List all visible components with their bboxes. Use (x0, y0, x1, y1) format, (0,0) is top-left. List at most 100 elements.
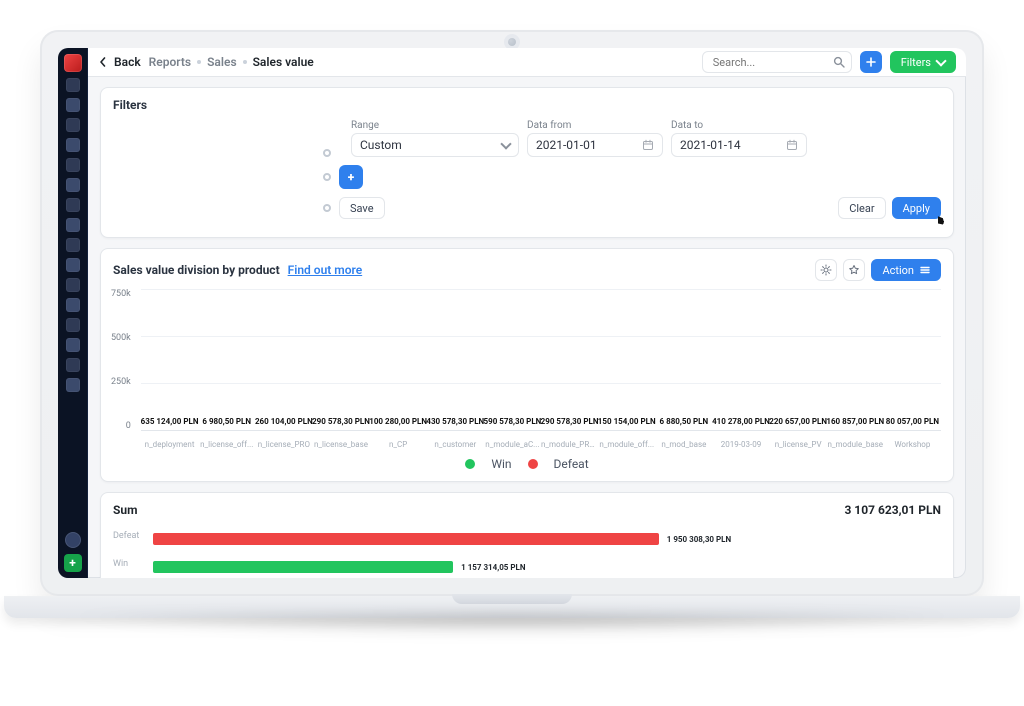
action-button[interactable]: Action (871, 259, 941, 281)
laptop-shadow (60, 614, 964, 636)
chevron-down-icon (935, 55, 946, 66)
content: Filters Range Custom (88, 77, 966, 578)
chart-title: Sales value division by product (113, 263, 280, 277)
nav-icon-products[interactable] (66, 238, 80, 252)
add-filter-row: + (113, 165, 941, 189)
legend-win: Win (491, 457, 511, 471)
chart-bars: 635 124,00 PLN6 980,50 PLN260 104,00 PLN… (141, 289, 941, 431)
back-button[interactable]: Back (98, 55, 141, 69)
date-from-input[interactable]: 2021-01-01 (527, 133, 663, 157)
apply-label: Apply (903, 202, 930, 215)
search-input-wrapper[interactable] (702, 51, 852, 73)
range-field: Range Custom (351, 120, 519, 157)
nav-icon-deals[interactable] (66, 118, 80, 132)
action-label: Action (882, 264, 914, 277)
nav-icon-tasks[interactable] (66, 198, 80, 212)
nav-icon-stats[interactable] (66, 98, 80, 112)
user-avatar[interactable] (65, 532, 81, 548)
date-to-field: Data to 2021-01-14 (671, 120, 807, 157)
nav-icon-library[interactable] (66, 278, 80, 292)
nav-icon-automation[interactable] (66, 298, 80, 312)
plus-icon (866, 57, 876, 67)
sum-bar-win: 1 157 314,05 PLN (153, 557, 931, 577)
clear-label: Clear (849, 202, 874, 215)
nav-icon-help[interactable] (66, 378, 80, 392)
crumb-sales[interactable]: Sales (207, 55, 237, 69)
range-label: Range (351, 120, 519, 131)
nav-icon-calendar[interactable] (66, 178, 80, 192)
nav-icon-companies[interactable] (66, 158, 80, 172)
favorite-button[interactable] (843, 259, 865, 281)
legend-swatch-win (465, 459, 475, 469)
star-icon (848, 264, 860, 276)
calendar-icon (786, 139, 798, 151)
crumb-sep-dot (243, 60, 247, 64)
topbar: Back Reports Sales Sales value (88, 48, 966, 77)
search-icon (833, 56, 845, 68)
crumb-sep-dot (197, 60, 201, 64)
nav-icon-goals[interactable] (66, 318, 80, 332)
filters-panel: Filters Range Custom (100, 87, 954, 238)
sidebar-add-button[interactable]: + (64, 554, 82, 572)
sum-defeat-label: Defeat (113, 531, 139, 541)
filters-label: Filters (901, 56, 931, 69)
save-button[interactable]: Save (339, 197, 385, 219)
date-to-label: Data to (671, 120, 807, 131)
gear-icon (820, 264, 832, 276)
search-input[interactable] (711, 55, 827, 70)
back-label: Back (114, 55, 141, 69)
filters-row: Range Custom Data from 2021-01 (113, 120, 941, 157)
sum-panel: Sum 3 107 623,01 PLN Defeat Win 1 950 30… (100, 492, 954, 578)
nav-icon-mail[interactable] (66, 258, 80, 272)
calendar-icon (642, 139, 654, 151)
sum-total: 3 107 623,01 PLN (844, 503, 941, 517)
legend-swatch-defeat (528, 459, 538, 469)
filters-title: Filters (113, 98, 941, 112)
x-axis: n_deploymentn_license_off...n_license_PR… (141, 440, 941, 449)
camera-dot (508, 38, 516, 46)
settings-button[interactable] (815, 259, 837, 281)
filters-actions-row: Save Clear Apply (113, 197, 941, 219)
topbar-add-button[interactable] (860, 51, 882, 73)
bar-chart: 750k500k250k0 635 124,00 PLN6 980,50 PLN… (141, 289, 941, 449)
legend-defeat: Defeat (554, 457, 589, 471)
nav-icon-contacts[interactable] (66, 138, 80, 152)
chart-panel: Sales value division by product Find out… (100, 248, 954, 482)
clear-button[interactable]: Clear (838, 197, 885, 219)
save-label: Save (350, 202, 374, 215)
crumb-reports[interactable]: Reports (149, 55, 191, 69)
y-axis: 750k500k250k0 (111, 289, 131, 431)
sum-bar-defeat: 1 950 308,30 PLN (153, 529, 931, 549)
chart-legend: Win Defeat (101, 455, 953, 481)
apply-button[interactable]: Apply (892, 197, 941, 219)
filter-row-marker (323, 173, 331, 181)
chevron-down-icon (500, 139, 511, 150)
range-value: Custom (360, 138, 402, 152)
date-from-field: Data from 2021-01-01 (527, 120, 663, 157)
filter-row-marker (323, 204, 331, 212)
sum-defeat-value: 1 950 308,30 PLN (667, 535, 731, 544)
nav-icon-dashboard[interactable] (66, 78, 80, 92)
screen: + Back Reports Sales (58, 48, 966, 578)
arrow-left-icon (98, 57, 108, 67)
sum-chart: Defeat Win 1 950 308,30 PLN 1 157 314,05… (113, 523, 941, 578)
nav-icon-reports[interactable] (66, 218, 80, 232)
nav-icon-settings[interactable] (66, 358, 80, 372)
breadcrumbs: Reports Sales Sales value (149, 55, 314, 69)
sum-title: Sum (113, 503, 138, 517)
range-select[interactable]: Custom (351, 133, 519, 157)
app-logo[interactable] (64, 54, 82, 72)
find-out-more-link[interactable]: Find out more (288, 263, 363, 277)
sum-win-label: Win (113, 559, 128, 569)
laptop-frame: + Back Reports Sales (40, 30, 984, 596)
date-from-value: 2021-01-01 (536, 138, 597, 152)
filter-row-marker (323, 149, 331, 157)
menu-icon (920, 265, 930, 275)
date-to-input[interactable]: 2021-01-14 (671, 133, 807, 157)
add-filter-button[interactable]: + (339, 165, 363, 189)
sum-win-value: 1 157 314,05 PLN (461, 563, 525, 572)
sidebar: + (58, 48, 88, 578)
filters-button[interactable]: Filters (890, 51, 956, 73)
date-to-value: 2021-01-14 (680, 138, 741, 152)
nav-icon-ai[interactable] (66, 338, 80, 352)
